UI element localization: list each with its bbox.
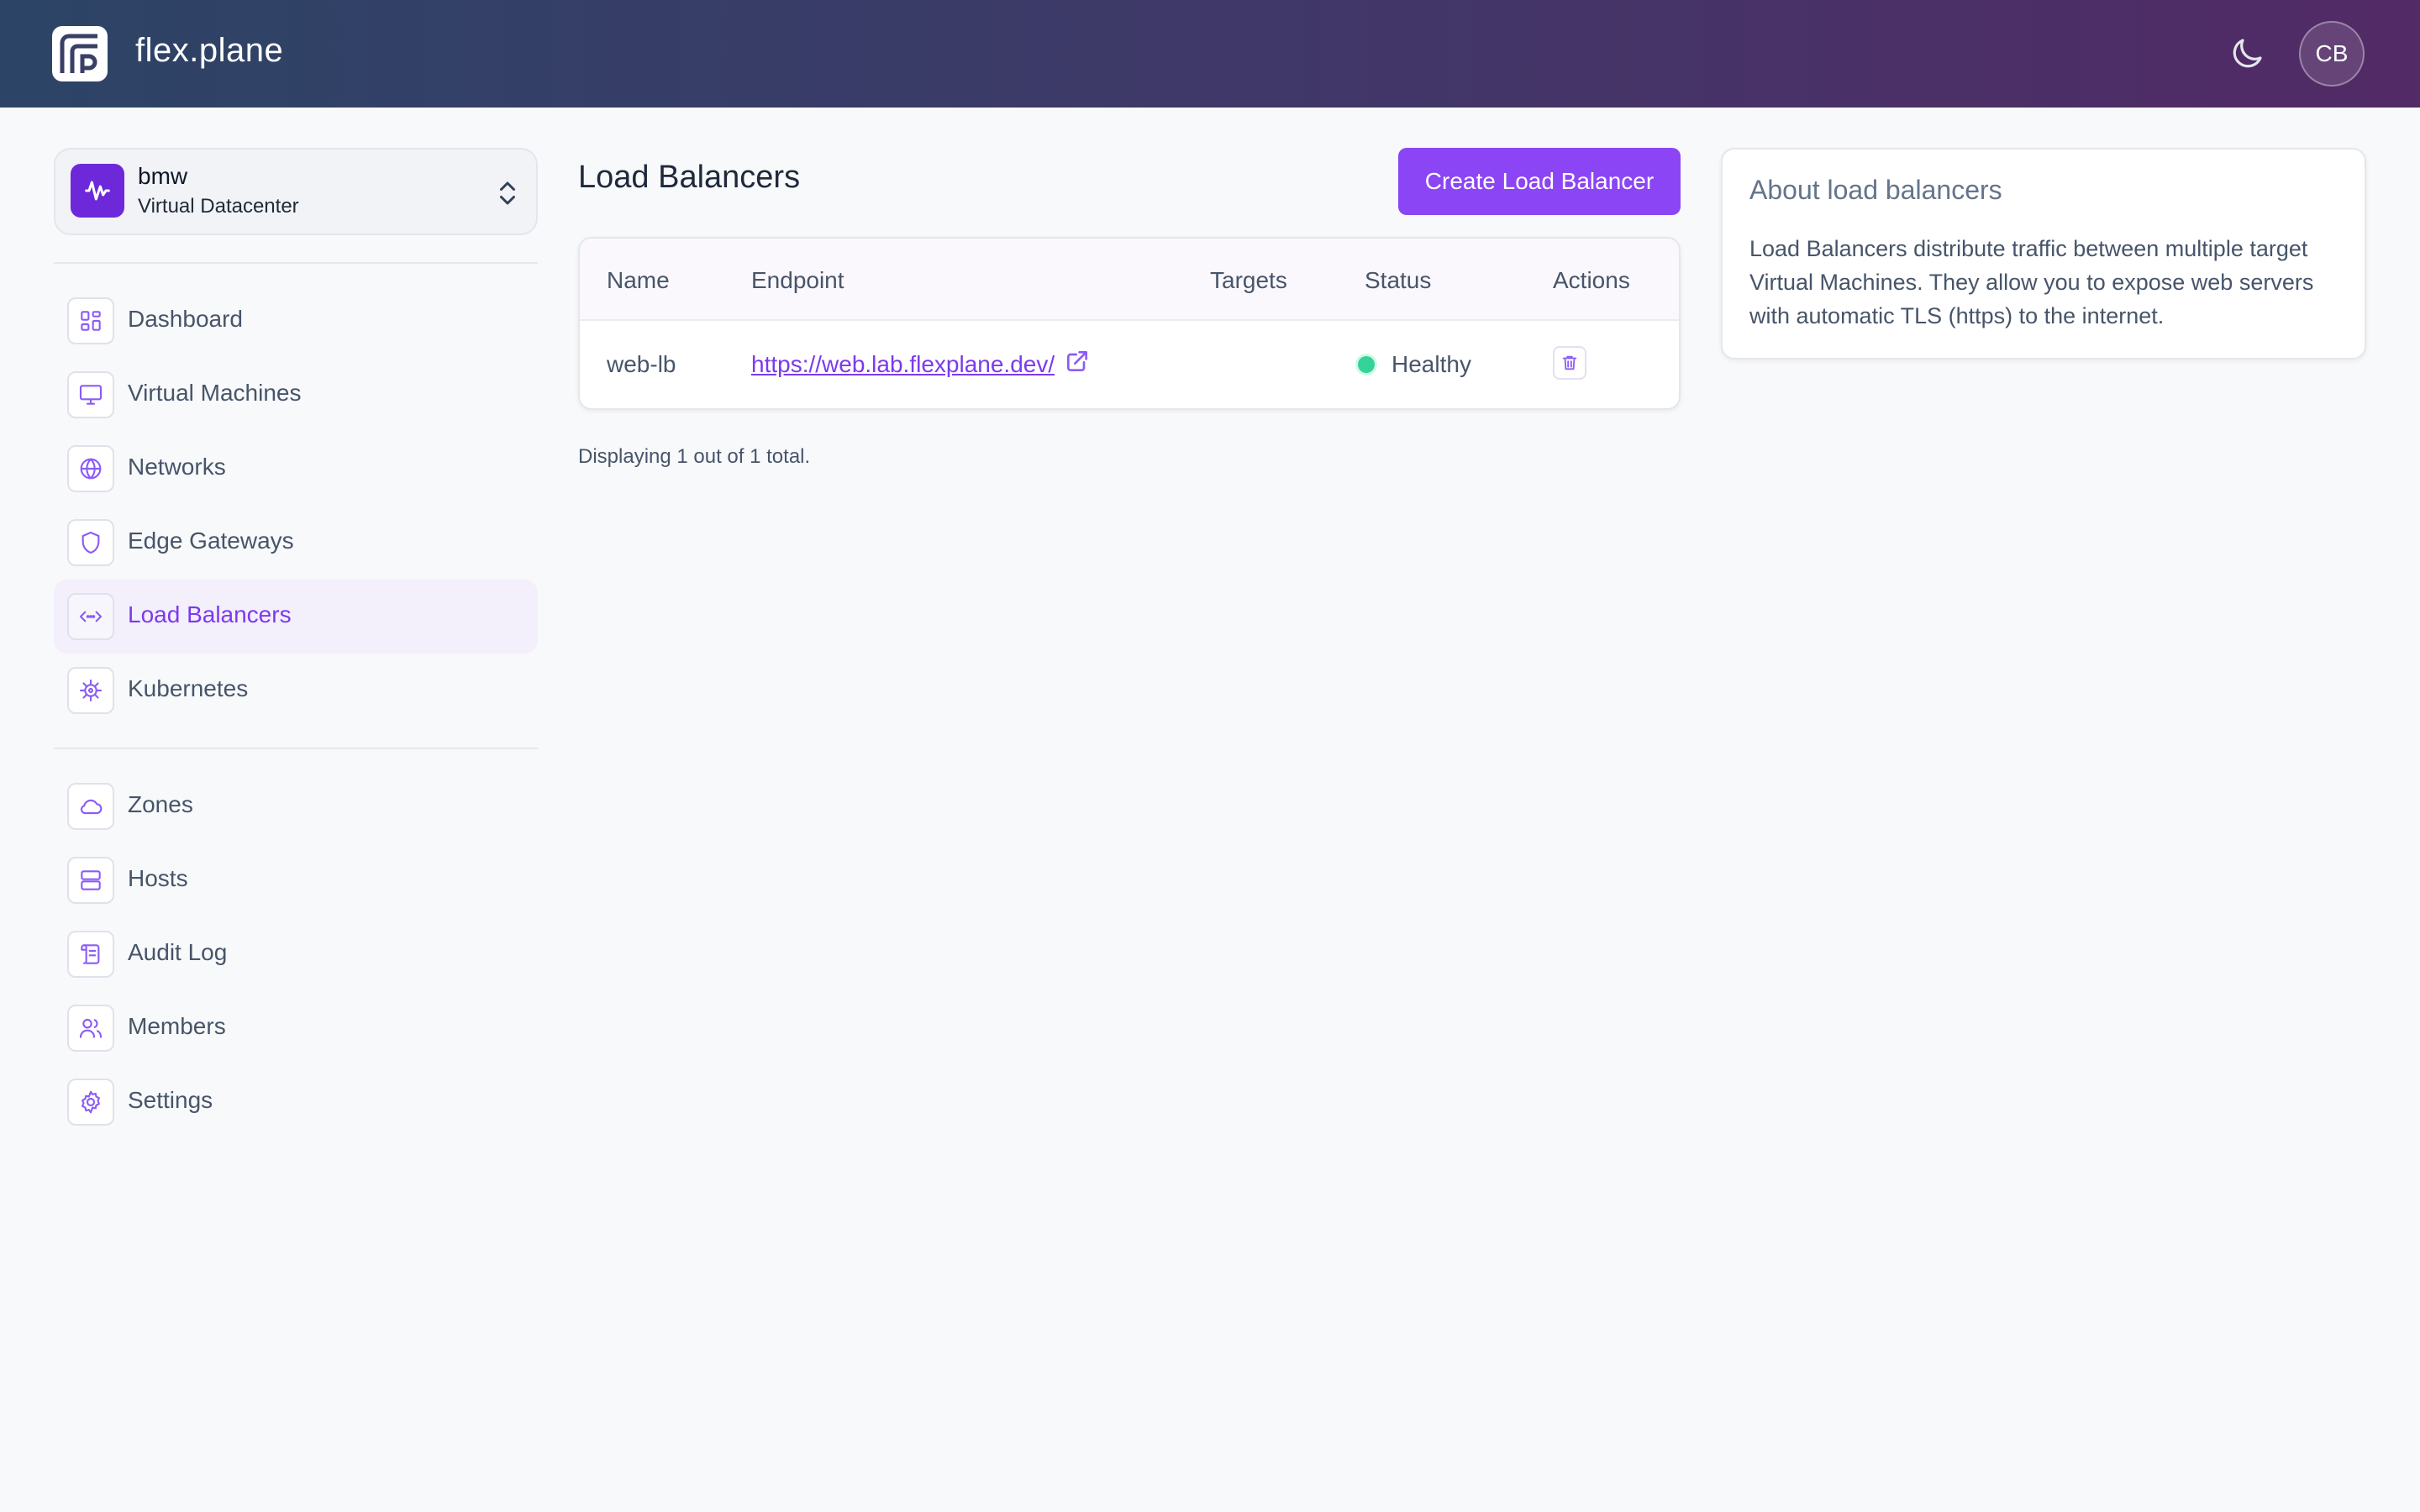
sidebar-item-settings[interactable]: Settings	[54, 1065, 538, 1139]
row-name: web-lb	[607, 351, 676, 377]
status-indicator-dot	[1358, 356, 1375, 373]
shield-icon	[67, 519, 114, 566]
sidebar-item-edge-gateways[interactable]: Edge Gateways	[54, 506, 538, 580]
sidebar-item-dashboard[interactable]: Dashboard	[54, 284, 538, 358]
table-header	[580, 239, 1679, 321]
column-header-targets[interactable]: Targets	[1210, 267, 1287, 294]
code-icon	[67, 593, 114, 640]
sidebar-item-zones[interactable]: Zones	[54, 769, 538, 843]
chevron-up-down-icon	[500, 181, 515, 205]
sidebar-item-hosts[interactable]: Hosts	[54, 843, 538, 917]
flexplane-logo-icon[interactable]	[52, 26, 108, 81]
cloud-icon	[67, 783, 114, 830]
sidebar-item-label: Virtual Machines	[128, 380, 302, 406]
sidebar-item-label: Hosts	[128, 865, 188, 891]
column-header-endpoint[interactable]: Endpoint	[751, 267, 844, 294]
column-header-name[interactable]: Name	[607, 267, 670, 294]
sidebar-item-label: Load Balancers	[128, 601, 292, 627]
sidebar-item-label: Kubernetes	[128, 675, 249, 701]
page-title: Load Balancers	[578, 160, 801, 195]
brand-name: flex.plane	[135, 32, 284, 69]
sidebar-divider	[54, 748, 538, 749]
endpoint-link[interactable]: https://web.lab.flexplane.dev/	[751, 351, 1055, 378]
sidebar-item-label: Edge Gateways	[128, 528, 294, 554]
scroll-icon	[67, 931, 114, 978]
about-card-title: About load balancers	[1749, 175, 2002, 205]
sidebar-item-label: Dashboard	[128, 306, 243, 332]
datacenter-name: bmw	[138, 163, 188, 189]
top-header: flex.plane CB	[0, 0, 2420, 108]
globe-icon	[67, 445, 114, 492]
sidebar-item-label: Members	[128, 1013, 226, 1039]
sidebar-divider	[54, 262, 538, 264]
sidebar-item-virtual-machines[interactable]: Virtual Machines	[54, 358, 538, 432]
pagination-summary: Displaying 1 out of 1 total.	[578, 445, 811, 468]
monitor-icon	[67, 371, 114, 418]
about-card: About load balancers Load Balancers dist…	[1721, 148, 2366, 360]
sidebar-item-networks[interactable]: Networks	[54, 432, 538, 506]
sidebar-item-kubernetes[interactable]: Kubernetes	[54, 654, 538, 727]
gear-icon	[67, 1079, 114, 1126]
status-label: Healthy	[1392, 351, 1471, 377]
moon-icon[interactable]	[2227, 34, 2267, 74]
users-icon	[67, 1005, 114, 1052]
create-load-balancer-button[interactable]: Create Load Balancer	[1398, 148, 1681, 215]
column-header-status[interactable]: Status	[1365, 267, 1431, 294]
datacenter-type: Virtual Datacenter	[138, 195, 299, 218]
delete-button[interactable]	[1553, 346, 1586, 380]
datacenter-selector[interactable]: bmw Virtual Datacenter	[54, 148, 538, 235]
sidebar-item-label: Networks	[128, 454, 226, 480]
sidebar-item-load-balancers[interactable]: Load Balancers	[54, 580, 538, 654]
server-icon	[67, 857, 114, 904]
sidebar-item-label: Zones	[128, 791, 193, 817]
external-link-icon[interactable]	[1064, 348, 1091, 375]
grid-icon	[67, 297, 114, 344]
trash-icon	[1562, 355, 1577, 370]
about-card-body: Load Balancers distribute traffic betwee…	[1749, 236, 2314, 328]
column-header-actions: Actions	[1553, 267, 1630, 293]
user-avatar[interactable]: CB	[2299, 21, 2365, 87]
sidebar-item-label: Audit Log	[128, 939, 228, 965]
waveform-icon	[71, 164, 124, 218]
sidebar-item-audit-log[interactable]: Audit Log	[54, 917, 538, 991]
sidebar-item-members[interactable]: Members	[54, 991, 538, 1065]
sidebar-item-label: Settings	[128, 1087, 213, 1113]
load-balancers-table: Name Endpoint Targets Status Actions web…	[578, 237, 1681, 410]
helm-icon	[67, 667, 114, 714]
